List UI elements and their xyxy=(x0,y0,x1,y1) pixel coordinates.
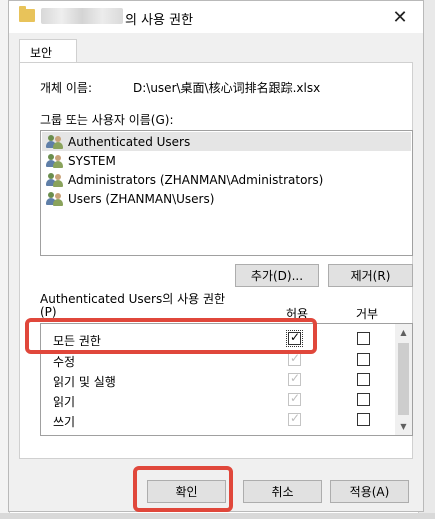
user-name: Administrators (ZHANMAN\Administrators) xyxy=(68,172,324,187)
user-name: Users (ZHANMAN\Users) xyxy=(68,191,215,206)
object-name-label: 개체 이름: xyxy=(40,81,93,95)
deny-checkbox[interactable] xyxy=(357,332,370,345)
permissions-list[interactable]: 모든 권한 ✓ 수정 ✓ 읽기 및 실행 ✓ 읽기 ✓ 쓰기 ✓ ▲ ▼ xyxy=(40,323,413,436)
permissions-label-suffix: (P) xyxy=(40,305,57,319)
close-button[interactable]: ✕ xyxy=(377,1,423,33)
users-list[interactable]: Authenticated Users SYSTEM Administrator… xyxy=(40,130,413,256)
groups-label: 그룹 또는 사용자 이름(G): xyxy=(40,113,174,127)
permission-name: 읽기 xyxy=(53,395,76,409)
list-item[interactable]: Authenticated Users xyxy=(42,132,411,151)
users-icon xyxy=(46,191,64,206)
allow-checkbox: ✓ xyxy=(288,351,301,366)
list-item[interactable]: SYSTEM xyxy=(42,151,411,170)
permission-name: 모든 권한 xyxy=(53,334,101,348)
deny-checkbox[interactable] xyxy=(357,413,370,426)
permission-name: 쓰기 xyxy=(53,415,76,429)
remove-button[interactable]: 제거(R) xyxy=(328,264,413,287)
scroll-up-icon[interactable]: ▲ xyxy=(395,324,412,341)
scroll-down-icon[interactable]: ▼ xyxy=(395,418,412,435)
permission-row: 모든 권한 ✓ xyxy=(41,329,397,349)
list-item[interactable]: Administrators (ZHANMAN\Administrators) xyxy=(42,170,411,189)
permissions-scrollbar[interactable]: ▲ ▼ xyxy=(395,324,412,435)
background-window-bottom xyxy=(0,513,435,519)
allow-checkbox: ✓ xyxy=(288,391,301,406)
tab-security[interactable]: 보안 xyxy=(19,39,77,63)
deny-checkbox[interactable] xyxy=(357,393,370,406)
check-icon: ✓ xyxy=(290,411,301,425)
deny-checkbox[interactable] xyxy=(357,373,370,386)
allow-checkbox[interactable]: ✓ xyxy=(286,330,303,347)
user-name: Authenticated Users xyxy=(68,134,191,149)
check-icon: ✓ xyxy=(290,371,301,385)
allow-column-header: 허용 xyxy=(286,307,309,321)
title-bar: 의 사용 권한 ✕ xyxy=(9,1,423,33)
permission-row: 읽기 ✓ xyxy=(41,390,397,410)
ok-button[interactable]: 확인 xyxy=(147,480,226,503)
list-item[interactable]: Users (ZHANMAN\Users) xyxy=(42,189,411,208)
permissions-dialog: 의 사용 권한 ✕ 보안 개체 이름: D:\user\桌面\核心词排名跟踪.x… xyxy=(8,0,424,512)
permission-row: 읽기 및 실행 ✓ xyxy=(41,370,397,390)
user-name: SYSTEM xyxy=(68,153,116,168)
users-icon xyxy=(46,134,64,149)
apply-button[interactable]: 적용(A) xyxy=(330,480,409,503)
permission-row: 쓰기 ✓ xyxy=(41,410,397,430)
scrollbar-thumb[interactable] xyxy=(398,343,409,415)
cancel-button[interactable]: 취소 xyxy=(243,480,322,503)
object-name-value: D:\user\桌面\核心词排名跟踪.xlsx xyxy=(133,81,321,95)
window-title: 의 사용 권한 xyxy=(125,13,194,28)
security-panel: 개체 이름: D:\user\桌面\核心词排名跟踪.xlsx 그룹 또는 사용자… xyxy=(19,62,413,459)
permission-name: 수정 xyxy=(53,355,76,369)
permission-row: 수정 ✓ xyxy=(41,350,397,370)
allow-checkbox: ✓ xyxy=(288,371,301,386)
deny-column-header: 거부 xyxy=(356,307,379,321)
folder-icon xyxy=(19,6,35,22)
users-icon xyxy=(46,153,64,168)
permission-name: 읽기 및 실행 xyxy=(53,375,116,389)
add-button[interactable]: 추가(D)... xyxy=(235,264,319,287)
check-icon: ✓ xyxy=(290,391,301,405)
allow-checkbox: ✓ xyxy=(288,411,301,426)
users-icon xyxy=(46,172,64,187)
blurred-title-region xyxy=(41,8,123,24)
check-icon: ✓ xyxy=(290,330,301,344)
deny-checkbox[interactable] xyxy=(357,353,370,366)
permissions-label: Authenticated Users의 사용 권한 xyxy=(40,292,226,306)
check-icon: ✓ xyxy=(290,351,301,365)
